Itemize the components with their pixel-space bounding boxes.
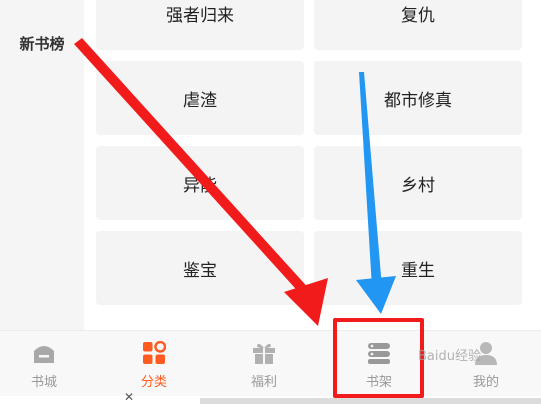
tab-category[interactable]: 分类 — [104, 331, 204, 397]
tag-label: 乡村 — [401, 175, 435, 196]
tag-label: 都市修真 — [384, 90, 452, 111]
gift-icon — [252, 341, 276, 365]
tag-countryside[interactable]: 乡村 — [314, 146, 522, 220]
tag-revenge[interactable]: 复仇 — [314, 0, 522, 50]
tag-label: 异能 — [183, 175, 217, 196]
tab-label: 书城 — [30, 375, 57, 390]
tab-label: 福利 — [250, 375, 277, 390]
category-sidebar: 新书榜 — [0, 0, 84, 334]
tag-label: 复仇 — [401, 5, 435, 26]
close-icon[interactable]: ✕ — [124, 390, 134, 404]
category-grid-icon — [142, 340, 167, 365]
bookstore-icon — [32, 341, 56, 365]
tab-label: 分类 — [140, 375, 167, 390]
tag-label: 虐渣 — [183, 90, 217, 111]
bottom-strip: ✕ — [0, 390, 541, 404]
tab-bookstore[interactable]: 书城 — [0, 331, 94, 397]
tag-label: 重生 — [401, 260, 435, 281]
scroll-track — [200, 398, 541, 404]
tab-welfare[interactable]: 福利 — [214, 331, 314, 397]
tab-label: 我的 — [472, 375, 499, 390]
tag-urban-cultivation[interactable]: 都市修真 — [314, 61, 522, 135]
bookshelf-icon — [367, 341, 391, 365]
tag-abuse-scum[interactable]: 虐渣 — [96, 61, 304, 135]
sidebar-item-new-books[interactable]: 新书榜 — [0, 33, 84, 54]
tag-grid: 强者归来 复仇 虐渣 都市修真 异能 乡村 鉴宝 重生 — [84, 0, 541, 334]
tab-label: 书架 — [365, 375, 392, 390]
tag-strong-return[interactable]: 强者归来 — [96, 0, 304, 50]
tag-rebirth[interactable]: 重生 — [314, 231, 522, 305]
sidebar-item-label: 新书榜 — [19, 35, 65, 53]
bottom-tab-bar: 书城 分类 福利 书架 我的 — [0, 330, 541, 396]
user-icon — [474, 341, 498, 365]
tag-label: 鉴宝 — [183, 260, 217, 281]
tab-mine[interactable]: 我的 — [436, 331, 536, 397]
tag-superpower[interactable]: 异能 — [96, 146, 304, 220]
tag-label: 强者归来 — [166, 5, 234, 26]
tab-bookshelf[interactable]: 书架 — [329, 331, 429, 397]
tag-treasure-appraisal[interactable]: 鉴宝 — [96, 231, 304, 305]
